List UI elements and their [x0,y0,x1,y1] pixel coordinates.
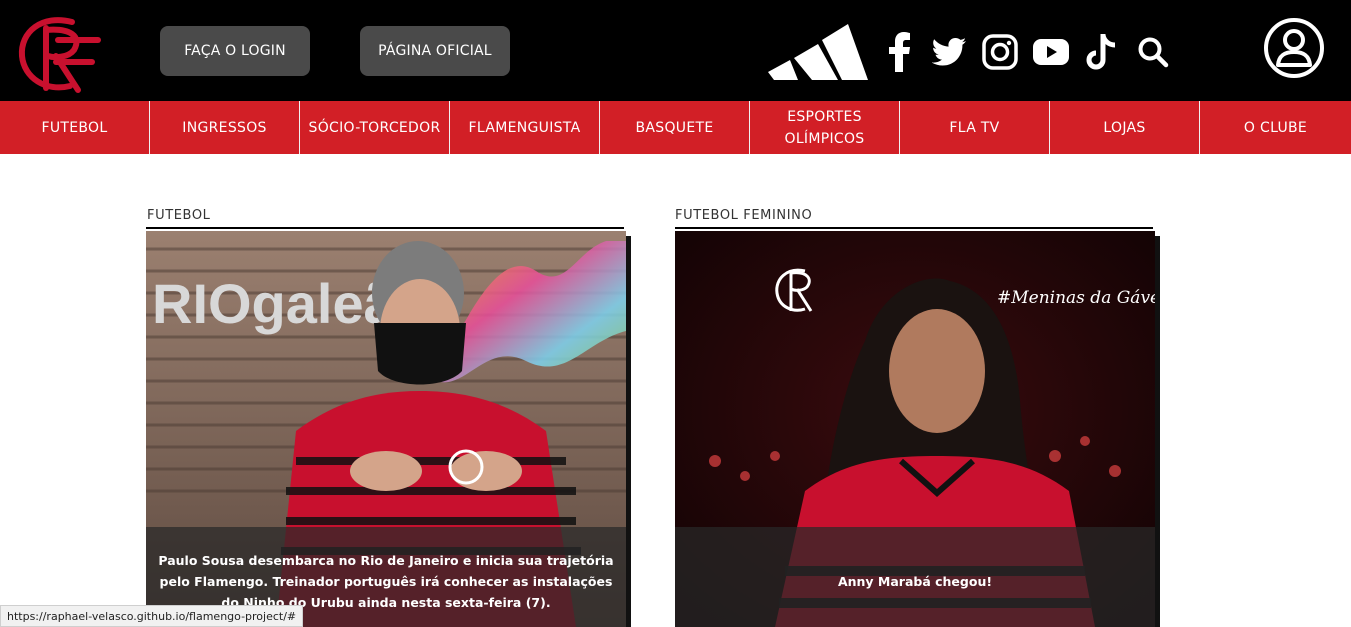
user-icon[interactable] [1263,17,1325,79]
youtube-icon[interactable] [1033,32,1069,72]
crf-logo[interactable] [12,10,104,98]
card-divider [675,227,1153,229]
main-nav: FUTEBOL INGRESSOS SÓCIO-TORCEDOR FLAMENG… [0,101,1351,154]
card-category-label: FUTEBOL FEMININO [675,208,813,223]
facebook-icon[interactable] [882,32,918,72]
card-divider [146,227,624,229]
nav-item-flamenguista[interactable]: FLAMENGUISTA [450,101,600,154]
header-bar: FAÇA O LOGIN PÁGINA OFICIAL [0,0,1351,101]
status-url: https://raphael-velasco.github.io/flamen… [0,605,304,627]
official-page-button[interactable]: PÁGINA OFICIAL [360,26,510,76]
nav-item-lojas[interactable]: LOJAS [1050,101,1200,154]
news-card-futebol-feminino[interactable]: #Meninas da Gávea Anny Marabá chegou! [675,231,1155,627]
nav-item-esportes-olimpicos[interactable]: ESPORTES OLÍMPICOS [750,101,900,154]
card-category-label: FUTEBOL [147,208,211,223]
page: FAÇA O LOGIN PÁGINA OFICIAL FUTEBOL INGR… [0,0,1351,627]
nav-item-o-clube[interactable]: O CLUBE [1200,101,1351,154]
instagram-icon[interactable] [982,32,1018,72]
nav-item-ingressos[interactable]: INGRESSOS [150,101,300,154]
search-icon[interactable] [1135,32,1171,72]
news-card-futebol[interactable]: RIOgaleão Paulo Sousa desembarca no Rio … [146,231,626,627]
tiktok-icon[interactable] [1084,32,1120,72]
twitter-icon[interactable] [931,32,967,72]
meninas-da-gavea-logo: #Meninas da Gávea [997,288,1155,308]
nav-item-basquete[interactable]: BASQUETE [600,101,750,154]
login-button[interactable]: FAÇA O LOGIN [160,26,310,76]
nav-item-fla-tv[interactable]: FLA TV [900,101,1050,154]
news-caption[interactable]: Anny Marabá chegou! [675,527,1155,627]
nav-item-socio-torcedor[interactable]: SÓCIO-TORCEDOR [300,101,450,154]
adidas-logo[interactable] [768,22,868,80]
nav-item-futebol[interactable]: FUTEBOL [0,101,150,154]
